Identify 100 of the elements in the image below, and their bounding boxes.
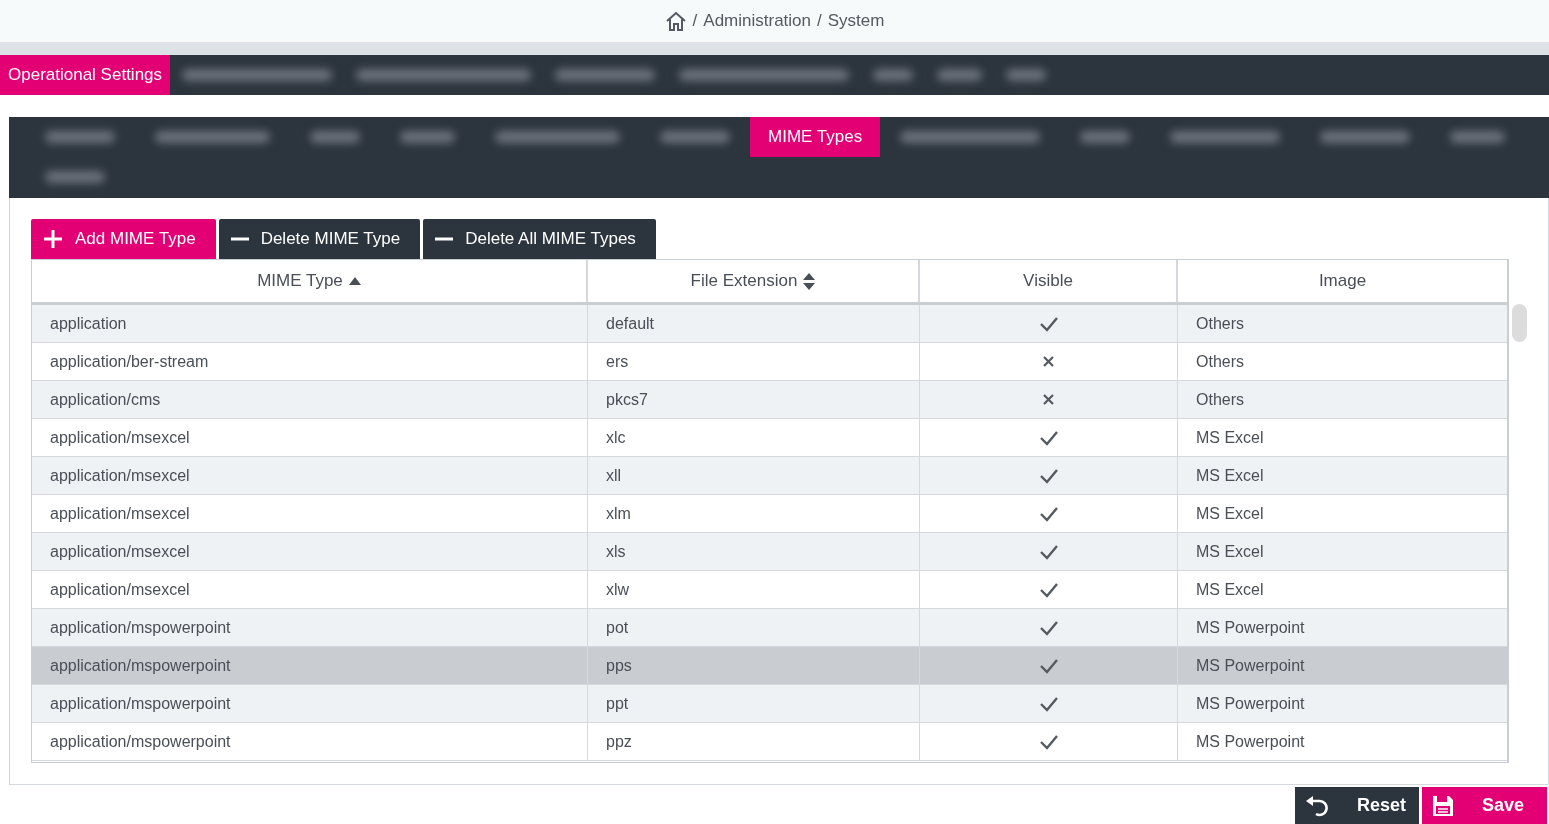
delete-button[interactable]: Delete MIME Type xyxy=(218,219,421,259)
check-icon xyxy=(1038,581,1059,598)
table-cell: application/msexcel xyxy=(32,571,588,608)
table-cell-text: MS Excel xyxy=(1195,579,1265,600)
cross-icon xyxy=(1043,356,1054,367)
check-icon xyxy=(1038,733,1059,750)
table-cell: xll xyxy=(588,457,920,494)
table-cell-text: MS Excel xyxy=(1195,465,1265,486)
delete-button[interactable]: Delete All MIME Types xyxy=(423,219,656,259)
add-button[interactable]: Add MIME Type xyxy=(31,219,216,259)
blurred-settings-tab[interactable] xyxy=(1450,131,1506,143)
table-cell: application/ber-stream xyxy=(32,343,588,380)
check-icon xyxy=(1038,543,1059,560)
table-cell: application/mspowerpoint xyxy=(32,685,588,722)
blurred-settings-tab[interactable] xyxy=(1080,131,1131,143)
blurred-settings-tab[interactable] xyxy=(45,131,115,143)
breadcrumb-link[interactable]: Administration xyxy=(703,11,811,31)
table-row[interactable]: application/mspowerpoint ppz MS Powerpoint xyxy=(32,723,1507,761)
undo-icon xyxy=(1305,794,1329,817)
table-cell-text: MS Powerpoint xyxy=(1195,693,1306,714)
table-cell-text: MS Excel xyxy=(1195,427,1265,448)
table-cell: application/msexcel xyxy=(32,533,588,570)
scrollbar-thumb[interactable] xyxy=(1512,304,1527,342)
table-row[interactable]: application default Others xyxy=(32,305,1507,343)
blurred-settings-tab[interactable] xyxy=(310,131,360,143)
table-cell: ers xyxy=(588,343,920,380)
table-cell-text: Others xyxy=(1195,313,1245,334)
blurred-settings-tab[interactable] xyxy=(900,131,1041,143)
blurred-settings-tab[interactable] xyxy=(1170,131,1281,143)
blurred-nav-tab[interactable] xyxy=(182,69,333,81)
check-icon xyxy=(1038,467,1059,484)
reset-button[interactable]: Reset xyxy=(1295,787,1419,824)
table-cell: application/mspowerpoint xyxy=(32,609,588,646)
table-cell-text: MS Powerpoint xyxy=(1195,655,1306,676)
table-cell-text: MS Powerpoint xyxy=(1195,617,1306,638)
save-button[interactable]: Save xyxy=(1422,787,1547,824)
blurred-settings-tab[interactable] xyxy=(495,131,620,143)
blurred-nav-tab[interactable] xyxy=(1006,69,1047,81)
blurred-nav-tab[interactable] xyxy=(356,69,532,81)
column-header[interactable]: Visible xyxy=(920,260,1178,302)
table-cell-text: MS Powerpoint xyxy=(1195,731,1306,752)
nav-tab[interactable]: Operational Settings xyxy=(0,55,171,95)
table-cell: xls xyxy=(588,533,920,570)
blurred-settings-tab[interactable] xyxy=(400,131,455,143)
breadcrumb-separator: / xyxy=(692,11,698,31)
table-cell: application/msexcel xyxy=(32,457,588,494)
blurred-nav-tab[interactable] xyxy=(555,69,656,81)
blurred-nav-tab[interactable] xyxy=(679,69,850,81)
table-cell: application/mspowerpoint xyxy=(32,723,588,760)
table-row[interactable]: application/msexcel xll MS Excel xyxy=(32,457,1507,495)
home-icon[interactable] xyxy=(664,11,687,31)
table-cell: application/mspowerpoint xyxy=(32,647,588,684)
column-header[interactable]: Image xyxy=(1178,260,1507,302)
table-cell: pot xyxy=(588,609,920,646)
check-icon xyxy=(1038,619,1059,636)
column-header[interactable]: MIME Type xyxy=(32,260,588,302)
breadcrumb-link[interactable]: System xyxy=(827,11,885,31)
table-row[interactable]: application/mspowerpoint pps MS Powerpoint xyxy=(32,647,1507,685)
minus-icon xyxy=(230,237,249,241)
table-cell: ppt xyxy=(588,685,920,722)
column-header[interactable]: File Extension xyxy=(588,260,920,302)
plus-icon xyxy=(43,229,63,249)
table-cell: ppz xyxy=(588,723,920,760)
table-row[interactable]: application/msexcel xls MS Excel xyxy=(32,533,1507,571)
table-cell: application/cms xyxy=(32,381,588,418)
table-cell-text: MS Excel xyxy=(1195,503,1265,524)
table-row[interactable]: application/msexcel xlw MS Excel xyxy=(32,571,1507,609)
table-row[interactable]: application/mspowerpoint ppt MS Powerpoint xyxy=(32,685,1507,723)
table-cell: application/msexcel xyxy=(32,419,588,456)
table-cell: application xyxy=(32,305,588,342)
minus-icon xyxy=(435,237,454,241)
table-row[interactable]: application/msexcel xlc MS Excel xyxy=(32,419,1507,457)
breadcrumb-separator: / xyxy=(817,11,822,31)
table-row[interactable]: application/ber-stream ers Others xyxy=(32,343,1507,381)
blurred-nav-tab[interactable] xyxy=(873,69,914,81)
sort-icon[interactable] xyxy=(803,272,816,290)
table-cell-text: Others xyxy=(1195,351,1245,372)
blurred-settings-tab[interactable] xyxy=(45,171,105,183)
table-cell: default xyxy=(588,305,920,342)
settings-tab[interactable]: MIME Types xyxy=(750,117,881,157)
table-cell: xlw xyxy=(588,571,920,608)
table-cell: pps xyxy=(588,647,920,684)
table-row[interactable]: application/msexcel xlm MS Excel xyxy=(32,495,1507,533)
sort-ascending-icon[interactable] xyxy=(348,277,361,285)
blurred-settings-tab[interactable] xyxy=(155,131,270,143)
table-cell: pkcs7 xyxy=(588,381,920,418)
blurred-settings-tab[interactable] xyxy=(1320,131,1411,143)
table-row[interactable]: application/cms pkcs7 Others xyxy=(32,381,1507,419)
check-icon xyxy=(1038,695,1059,712)
table-cell: xlc xyxy=(588,419,920,456)
cross-icon xyxy=(1043,394,1054,405)
blurred-nav-tab[interactable] xyxy=(937,69,983,81)
table-cell-text: Others xyxy=(1195,389,1245,410)
check-icon xyxy=(1038,315,1059,332)
check-icon xyxy=(1038,429,1059,446)
table-cell-text: MS Excel xyxy=(1195,541,1265,562)
blurred-settings-tab[interactable] xyxy=(660,131,730,143)
check-icon xyxy=(1038,505,1059,522)
check-icon xyxy=(1038,657,1059,674)
table-row[interactable]: application/mspowerpoint pot MS Powerpoint xyxy=(32,609,1507,647)
